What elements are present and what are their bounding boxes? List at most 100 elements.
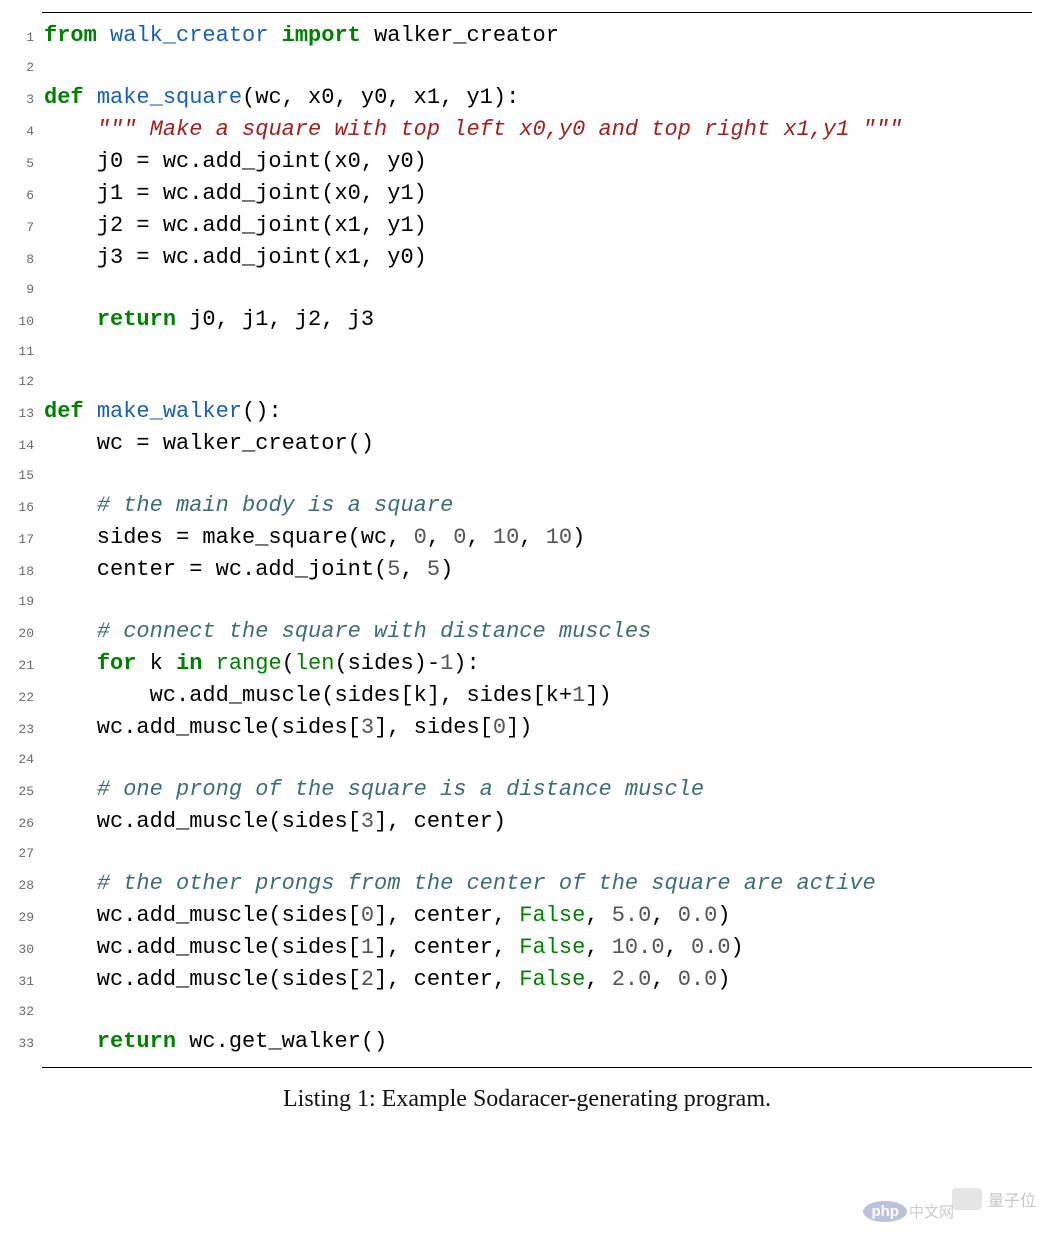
- line-number: 23: [0, 715, 44, 745]
- code-content: j2 = wc.add_joint(x1, y1): [44, 211, 1054, 241]
- source-watermark: 量子位: [952, 1187, 1036, 1211]
- code-content: wc.add_muscle(sides[k], sides[k+1]): [44, 681, 1054, 711]
- wechat-icon: [952, 1188, 982, 1210]
- code-content: # the other prongs from the center of th…: [44, 869, 1054, 899]
- code-line: 10 return j0, j1, j2, j3: [0, 305, 1054, 337]
- code-content: wc.add_muscle(sides[2], center, False, 2…: [44, 965, 1054, 995]
- line-number: 20: [0, 619, 44, 649]
- code-line: 27: [0, 839, 1054, 869]
- code-line: 16 # the main body is a square: [0, 491, 1054, 523]
- code-content: for k in range(len(sides)-1):: [44, 649, 1054, 679]
- code-content: # connect the square with distance muscl…: [44, 617, 1054, 647]
- php-suffix: 中文网: [909, 1201, 954, 1222]
- line-number: 32: [0, 997, 44, 1027]
- code-content: wc.add_muscle(sides[3], center): [44, 807, 1054, 837]
- code-content: return wc.get_walker(): [44, 1027, 1054, 1057]
- line-number: 18: [0, 557, 44, 587]
- line-number: 29: [0, 903, 44, 933]
- code-line: 13def make_walker():: [0, 397, 1054, 429]
- code-block: 1from walk_creator import walker_creator…: [0, 13, 1054, 1067]
- line-number: 2: [0, 53, 44, 83]
- code-content: # the main body is a square: [44, 491, 1054, 521]
- code-content: wc = walker_creator(): [44, 429, 1054, 459]
- code-line: 3def make_square(wc, x0, y0, x1, y1):: [0, 83, 1054, 115]
- code-line: 9: [0, 275, 1054, 305]
- code-line: 15: [0, 461, 1054, 491]
- code-line: 19: [0, 587, 1054, 617]
- php-watermark: php 中文网: [863, 1201, 954, 1222]
- code-content: wc.add_muscle(sides[3], sides[0]): [44, 713, 1054, 743]
- code-content: def make_walker():: [44, 397, 1054, 427]
- code-line: 21 for k in range(len(sides)-1):: [0, 649, 1054, 681]
- code-line: 12: [0, 367, 1054, 397]
- line-number: 21: [0, 651, 44, 681]
- code-line: 4 """ Make a square with top left x0,y0 …: [0, 115, 1054, 147]
- line-number: 10: [0, 307, 44, 337]
- line-number: 6: [0, 181, 44, 211]
- line-number: 12: [0, 367, 44, 397]
- line-number: 7: [0, 213, 44, 243]
- code-content: j1 = wc.add_joint(x0, y1): [44, 179, 1054, 209]
- line-number: 8: [0, 245, 44, 275]
- code-listing: 1from walk_creator import walker_creator…: [0, 0, 1054, 1143]
- code-line: 29 wc.add_muscle(sides[0], center, False…: [0, 901, 1054, 933]
- code-line: 20 # connect the square with distance mu…: [0, 617, 1054, 649]
- line-number: 25: [0, 777, 44, 807]
- line-number: 27: [0, 839, 44, 869]
- code-line: 30 wc.add_muscle(sides[1], center, False…: [0, 933, 1054, 965]
- line-number: 5: [0, 149, 44, 179]
- code-content: center = wc.add_joint(5, 5): [44, 555, 1054, 585]
- code-line: 11: [0, 337, 1054, 367]
- code-line: 32: [0, 997, 1054, 1027]
- code-line: 24: [0, 745, 1054, 775]
- code-content: j0 = wc.add_joint(x0, y0): [44, 147, 1054, 177]
- watermark-text: 量子位: [988, 1187, 1036, 1211]
- code-content: from walk_creator import walker_creator: [44, 21, 1054, 51]
- code-line: 5 j0 = wc.add_joint(x0, y0): [0, 147, 1054, 179]
- line-number: 11: [0, 337, 44, 367]
- code-content: sides = make_square(wc, 0, 0, 10, 10): [44, 523, 1054, 553]
- line-number: 26: [0, 809, 44, 839]
- code-content: wc.add_muscle(sides[1], center, False, 1…: [44, 933, 1054, 963]
- line-number: 33: [0, 1029, 44, 1059]
- code-line: 18 center = wc.add_joint(5, 5): [0, 555, 1054, 587]
- code-line: 22 wc.add_muscle(sides[k], sides[k+1]): [0, 681, 1054, 713]
- line-number: 19: [0, 587, 44, 617]
- line-number: 13: [0, 399, 44, 429]
- line-number: 14: [0, 431, 44, 461]
- code-line: 1from walk_creator import walker_creator: [0, 21, 1054, 53]
- listing-caption: Listing 1: Example Sodaracer-generating …: [0, 1086, 1054, 1113]
- code-line: 8 j3 = wc.add_joint(x1, y0): [0, 243, 1054, 275]
- line-number: 4: [0, 117, 44, 147]
- bottom-rule: [42, 1067, 1032, 1068]
- code-content: # one prong of the square is a distance …: [44, 775, 1054, 805]
- line-number: 30: [0, 935, 44, 965]
- line-number: 15: [0, 461, 44, 491]
- code-line: 17 sides = make_square(wc, 0, 0, 10, 10): [0, 523, 1054, 555]
- code-line: 7 j2 = wc.add_joint(x1, y1): [0, 211, 1054, 243]
- line-number: 22: [0, 683, 44, 713]
- line-number: 28: [0, 871, 44, 901]
- line-number: 17: [0, 525, 44, 555]
- code-line: 14 wc = walker_creator(): [0, 429, 1054, 461]
- code-line: 23 wc.add_muscle(sides[3], sides[0]): [0, 713, 1054, 745]
- line-number: 1: [0, 23, 44, 53]
- code-line: 6 j1 = wc.add_joint(x0, y1): [0, 179, 1054, 211]
- line-number: 31: [0, 967, 44, 997]
- php-logo-icon: php: [863, 1201, 907, 1222]
- line-number: 16: [0, 493, 44, 523]
- code-line: 26 wc.add_muscle(sides[3], center): [0, 807, 1054, 839]
- line-number: 9: [0, 275, 44, 305]
- code-line: 28 # the other prongs from the center of…: [0, 869, 1054, 901]
- code-content: def make_square(wc, x0, y0, x1, y1):: [44, 83, 1054, 113]
- line-number: 24: [0, 745, 44, 775]
- code-line: 33 return wc.get_walker(): [0, 1027, 1054, 1059]
- code-content: """ Make a square with top left x0,y0 an…: [44, 115, 1054, 145]
- line-number: 3: [0, 85, 44, 115]
- code-line: 25 # one prong of the square is a distan…: [0, 775, 1054, 807]
- code-content: wc.add_muscle(sides[0], center, False, 5…: [44, 901, 1054, 931]
- code-content: j3 = wc.add_joint(x1, y0): [44, 243, 1054, 273]
- code-line: 31 wc.add_muscle(sides[2], center, False…: [0, 965, 1054, 997]
- code-content: return j0, j1, j2, j3: [44, 305, 1054, 335]
- code-line: 2: [0, 53, 1054, 83]
